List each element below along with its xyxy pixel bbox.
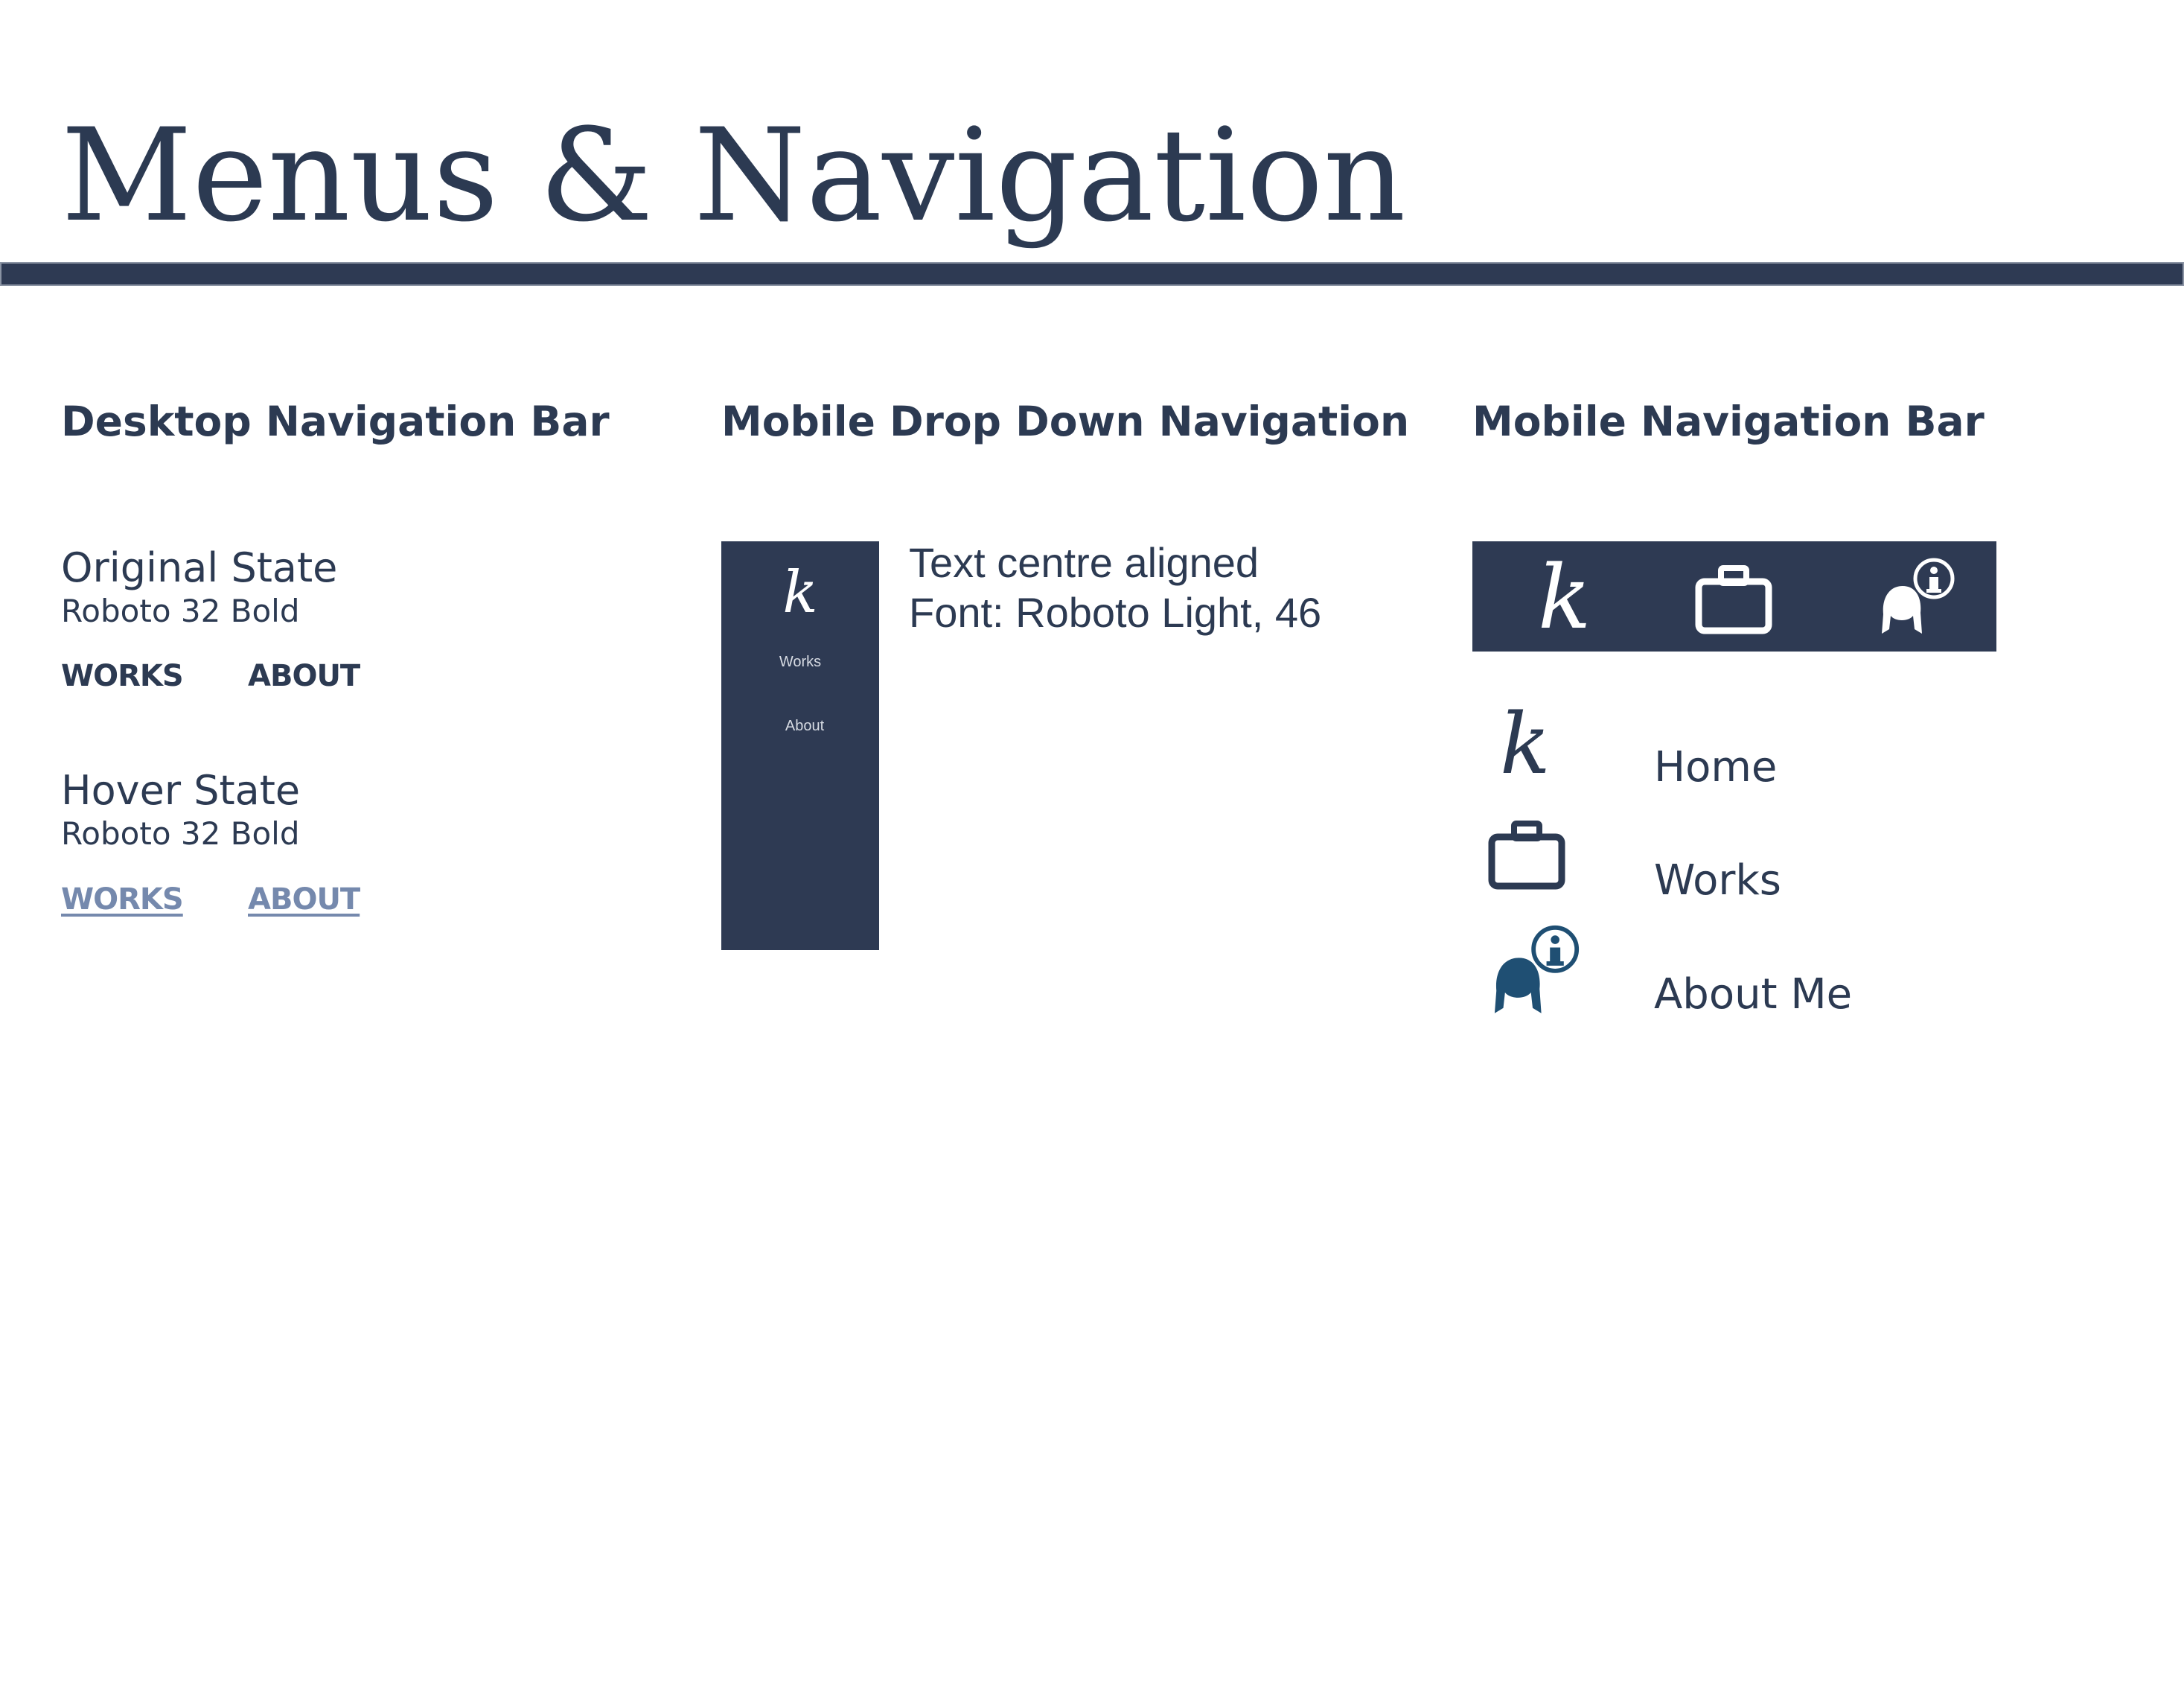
- nav-link-works[interactable]: WORKS: [61, 661, 184, 691]
- k-logo-icon[interactable]: k: [721, 564, 879, 622]
- k-logo-icon[interactable]: k: [1500, 703, 1551, 786]
- mobile-dropdown-heading: Mobile Drop Down Navigation: [721, 398, 1410, 445]
- original-state-font: Roboto 32 Bold: [61, 593, 300, 629]
- k-logo-icon[interactable]: k: [1538, 553, 1591, 641]
- hover-state-title: Hover State: [61, 767, 301, 814]
- nav-link-about[interactable]: ABOUT: [248, 661, 360, 691]
- mobile-dropdown-panel: k Works About: [721, 541, 879, 950]
- mobile-list-about-me[interactable]: About Me: [1654, 974, 1852, 1016]
- page-title: Menus & Navigation: [61, 101, 1406, 250]
- dropdown-item-works[interactable]: Works: [721, 655, 879, 669]
- dropdown-item-about[interactable]: About: [726, 719, 884, 733]
- desktop-nav-heading: Desktop Navigation Bar: [61, 398, 610, 445]
- dropdown-note-font: Font: Roboto Light, 46: [909, 589, 1322, 636]
- briefcase-icon[interactable]: [1487, 819, 1566, 891]
- nav-link-works-hover[interactable]: WORKS: [61, 885, 184, 914]
- mobile-nav-bar: k: [1472, 541, 1996, 652]
- nav-link-about-hover[interactable]: ABOUT: [248, 885, 360, 914]
- hover-state-font: Roboto 32 Bold: [61, 815, 300, 852]
- mobile-navbar-heading: Mobile Navigation Bar: [1472, 398, 1985, 445]
- mobile-list-works[interactable]: Works: [1654, 860, 1781, 902]
- mobile-list-home[interactable]: Home: [1654, 747, 1777, 789]
- dropdown-note-alignment: Text centre aligned: [909, 539, 1259, 586]
- briefcase-icon[interactable]: [1694, 564, 1773, 635]
- title-divider: [0, 262, 2184, 286]
- original-state-title: Original State: [61, 544, 338, 591]
- about-person-icon[interactable]: [1873, 556, 1956, 640]
- about-person-icon[interactable]: [1484, 923, 1581, 1020]
